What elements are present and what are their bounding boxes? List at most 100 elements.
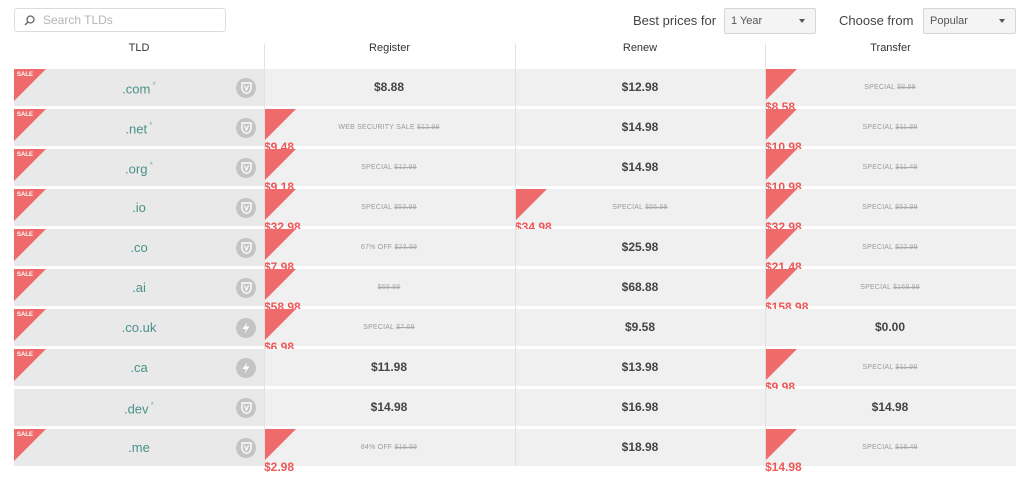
shield-icon xyxy=(236,158,256,178)
header-transfer: Transfer xyxy=(870,42,911,54)
transfer-price: $10.98 xyxy=(765,109,802,154)
shield-icon xyxy=(236,238,256,258)
register-price-cell: $7.98 67% OFF $23.98 xyxy=(264,229,514,274)
promo-label: SPECIAL xyxy=(862,444,893,451)
tld-cell: SALE .org * xyxy=(14,149,264,186)
original-price: $18.98 xyxy=(394,444,418,451)
renew-price: $25.98 xyxy=(621,240,659,254)
original-price: $55.98 xyxy=(645,204,668,211)
original-price: $11.48 xyxy=(895,164,918,171)
tld-name[interactable]: .co xyxy=(14,240,264,255)
tld-cell: SALE .me xyxy=(14,429,264,466)
register-promo-note: 67% OFF $23.98 xyxy=(361,243,417,252)
renew-price: $18.98 xyxy=(621,440,659,454)
shield-icon xyxy=(236,398,256,418)
original-price: $12.98 xyxy=(416,124,440,131)
source-select[interactable]: Popular xyxy=(923,8,1016,34)
transfer-price-cell: $9.98 SPECIAL $11.98 xyxy=(765,349,1015,394)
register-price: $9.18 xyxy=(264,149,296,194)
transfer-price-cell: $10.98 SPECIAL $11.48 xyxy=(765,149,1015,194)
sale-ribbon-label: SALE xyxy=(17,272,34,278)
original-price: $7.68 xyxy=(396,324,415,331)
tld-name[interactable]: .co.uk xyxy=(14,320,264,335)
header-tld: TLD xyxy=(128,42,150,54)
register-price-cell: $58.98 $68.88 xyxy=(264,269,514,314)
original-price: $11.98 xyxy=(895,364,918,371)
tld-name[interactable]: .dev * xyxy=(14,400,264,416)
tld-cell: SALE .co xyxy=(14,229,264,266)
transfer-promo-note: SPECIAL $168.98 xyxy=(860,283,920,292)
register-price: $14.98 xyxy=(370,400,408,414)
original-price: $53.98 xyxy=(394,204,417,211)
tld-footnote-marker: * xyxy=(149,120,153,130)
lightning-icon xyxy=(236,358,256,378)
transfer-price-cell: $8.58 SPECIAL $8.88 xyxy=(765,69,1015,114)
term-select[interactable]: 1 Year xyxy=(724,8,816,34)
transfer-price: $14.98 xyxy=(871,400,909,414)
term-select-value: 1 Year xyxy=(731,15,763,27)
promo-label: SPECIAL xyxy=(862,164,894,171)
renew-price-cell: $14.98 xyxy=(515,109,765,146)
register-price: $2.98 xyxy=(264,429,296,474)
renew-price-cell: $34.98 SPECIAL $55.98 xyxy=(515,189,765,234)
original-price: $11.88 xyxy=(895,124,918,131)
original-price: $22.99 xyxy=(895,244,918,251)
register-promo-note: SPECIAL $53.98 xyxy=(361,203,417,212)
tld-label: .org xyxy=(125,161,148,177)
tld-label: .net xyxy=(125,121,148,137)
transfer-price-cell: $32.98 SPECIAL $53.98 xyxy=(765,189,1015,234)
search-input[interactable] xyxy=(41,12,215,28)
best-prices-label: Best prices for xyxy=(633,13,717,28)
renew-price-cell: $68.88 xyxy=(515,269,765,306)
tld-label: .com xyxy=(122,81,151,97)
register-price: $6.98 xyxy=(264,309,296,354)
header-register: Register xyxy=(369,42,410,54)
register-price: $32.98 xyxy=(264,189,301,234)
renew-price-cell: $14.98 xyxy=(515,149,765,186)
transfer-price: $158.98 xyxy=(765,269,808,314)
tld-name[interactable]: .ai xyxy=(14,280,264,295)
transfer-price: $0.00 xyxy=(874,320,906,334)
tld-label: .co.uk xyxy=(121,320,157,335)
tld-name[interactable]: .com * xyxy=(14,80,264,96)
transfer-price: $32.98 xyxy=(765,189,802,234)
shield-icon xyxy=(236,78,256,98)
renew-price: $12.98 xyxy=(621,80,659,94)
lightning-icon xyxy=(236,318,256,338)
promo-label: SPECIAL xyxy=(864,84,896,91)
tld-name[interactable]: .net * xyxy=(14,120,264,136)
tld-name[interactable]: .me xyxy=(14,440,264,455)
renew-price: $9.58 xyxy=(624,320,656,334)
tld-cell: .dev * xyxy=(14,389,264,426)
search-box[interactable] xyxy=(14,8,226,32)
tld-name[interactable]: .io xyxy=(14,200,264,215)
column-divider xyxy=(765,44,766,466)
tld-name[interactable]: .ca xyxy=(14,360,264,375)
shield-icon xyxy=(236,278,256,298)
promo-label: SPECIAL xyxy=(862,204,893,211)
register-price: $7.98 xyxy=(264,229,296,274)
search-icon xyxy=(24,14,35,25)
renew-price-cell: $13.98 xyxy=(515,349,765,386)
renew-price: $13.98 xyxy=(621,360,659,374)
register-price-cell: $9.48 WEB SECURITY SALE $12.98 xyxy=(264,109,514,154)
tld-name[interactable]: .org * xyxy=(14,160,264,176)
tld-cell: SALE .ai xyxy=(14,269,264,306)
promo-label: SPECIAL xyxy=(361,204,392,211)
original-price: $8.88 xyxy=(897,84,916,91)
register-price-cell: $14.98 xyxy=(264,389,514,426)
sale-ribbon-label: SALE xyxy=(17,112,34,118)
sale-ribbon-label: SALE xyxy=(17,72,34,78)
tld-cell: SALE .ca xyxy=(14,349,264,386)
promo-label: WEB SECURITY SALE xyxy=(338,124,415,131)
tld-label: .co xyxy=(130,240,148,255)
register-promo-note: SPECIAL $12.98 xyxy=(361,163,417,172)
register-promo-note: SPECIAL $7.68 xyxy=(363,323,414,332)
transfer-promo-note: SPECIAL $22.99 xyxy=(862,243,918,252)
transfer-price: $9.98 xyxy=(765,349,797,394)
register-price: $9.48 xyxy=(264,109,296,154)
chevron-down-icon xyxy=(999,19,1005,23)
transfer-price: $10.98 xyxy=(765,149,802,194)
register-price-cell: $8.88 xyxy=(264,69,514,106)
tld-label: .io xyxy=(132,200,146,215)
